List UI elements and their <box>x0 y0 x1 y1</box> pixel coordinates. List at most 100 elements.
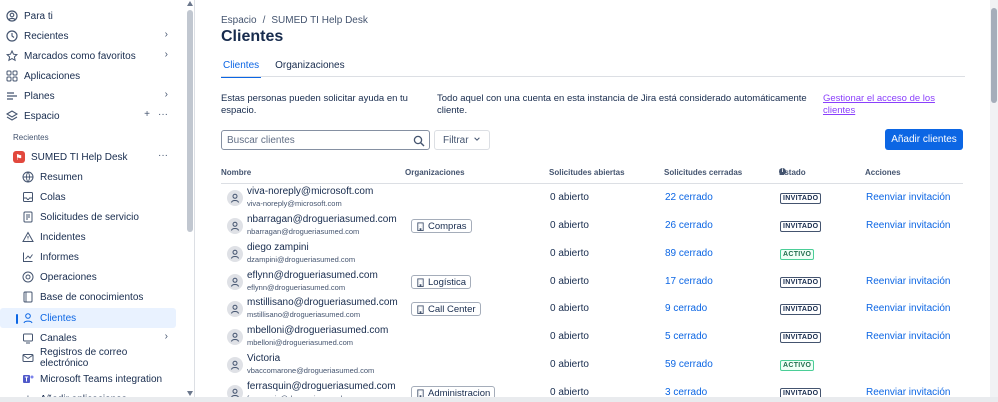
search-icon[interactable] <box>413 134 425 147</box>
header-actions: Acciones <box>865 168 901 177</box>
avatar-icon <box>227 190 243 206</box>
closed-requests-link[interactable]: 22 cerrado <box>665 192 713 203</box>
table-row[interactable]: diego zampini dzampini@drogueriasumed.com… <box>221 240 963 268</box>
main-content: Espacio / SUMED TI Help Desk Clientes Cl… <box>195 0 990 402</box>
sidebar-item-label: Recientes <box>24 30 69 42</box>
scroll-up-arrow-icon[interactable] <box>187 1 193 6</box>
customer-name[interactable]: mstillisano@drogueriasumed.com <box>247 297 398 308</box>
sidebar-item-colas[interactable]: Colas <box>0 187 176 207</box>
sidebar-item-solicitudes[interactable]: Solicitudes de servicio <box>0 207 176 227</box>
sidebar-item-clientes[interactable]: Clientes <box>0 308 176 328</box>
add-customers-button[interactable]: Añadir clientes <box>885 129 963 150</box>
table-row[interactable]: Victoria vbaccomarone@drogueriasumed.com 0… <box>221 351 963 379</box>
avatar-icon <box>227 274 243 290</box>
closed-requests-link[interactable]: 59 cerrado <box>665 359 713 370</box>
resend-invite-link[interactable]: Reenviar invitación <box>866 276 951 287</box>
more-icon[interactable]: ··· <box>158 150 168 161</box>
manage-access-link[interactable]: Gestionar el acceso de los clientes <box>823 93 953 117</box>
resend-invite-link[interactable]: Reenviar invitación <box>866 303 951 314</box>
closed-requests-link[interactable]: 9 cerrado <box>665 303 707 314</box>
resend-invite-link[interactable]: Reenviar invitación <box>866 192 951 203</box>
status-badge: INVITADO <box>780 304 822 315</box>
open-requests: 0 abierto <box>550 220 589 231</box>
chevron-right-icon[interactable]: › <box>165 89 168 100</box>
sidebar-item-label: Resumen <box>40 171 83 183</box>
organization-tag[interactable]: Logística <box>411 275 472 289</box>
organization-label: Compras <box>428 220 467 232</box>
mail-icon <box>22 352 34 364</box>
breadcrumb-project[interactable]: SUMED TI Help Desk <box>271 15 368 26</box>
header-name[interactable]: Nombre <box>221 168 251 177</box>
sidebar-item-label: Registros de correo electrónico <box>40 347 128 369</box>
building-icon <box>416 304 425 314</box>
breadcrumb-espacio[interactable]: Espacio <box>221 15 257 26</box>
table-header: Nombre Organizaciones Solicitudes abiert… <box>221 168 963 184</box>
apps-icon <box>6 70 18 82</box>
sidebar-item-recientes[interactable]: Recientes › <box>0 26 176 46</box>
sidebar-item-espacio[interactable]: Espacio + ··· <box>0 106 176 126</box>
customer-email: dzampini@drogueriasumed.com <box>247 255 356 264</box>
page-scrollbar[interactable] <box>990 0 998 402</box>
filter-button[interactable]: Filtrar <box>434 130 490 150</box>
sidebar-item-teams[interactable]: Microsoft Teams integration <box>0 369 176 389</box>
customer-name[interactable]: mbelloni@drogueriasumed.com <box>247 325 388 336</box>
tab-clientes[interactable]: Clientes <box>221 58 262 78</box>
table-row[interactable]: viva-noreply@microsoft.com viva-noreply@m… <box>221 184 963 212</box>
queue-icon <box>22 191 34 203</box>
customer-name[interactable]: eflynn@drogueriasumed.com <box>247 270 378 281</box>
avatar-icon <box>227 357 243 373</box>
plans-icon <box>6 90 18 102</box>
sidebar-item-aplicaciones[interactable]: Aplicaciones <box>0 66 176 86</box>
info-icon[interactable]: i <box>779 168 786 175</box>
closed-requests-link[interactable]: 5 cerrado <box>665 331 707 342</box>
warning-icon <box>22 231 34 243</box>
customer-email: vbaccomarone@drogueriasumed.com <box>247 366 375 375</box>
sidebar-item-operaciones[interactable]: Operaciones <box>0 267 176 287</box>
customer-name[interactable]: nbarragan@drogueriasumed.com <box>247 214 397 225</box>
chevron-right-icon[interactable]: › <box>165 29 168 40</box>
sidebar-project[interactable]: ⚑ SUMED TI Help Desk ··· <box>0 147 176 167</box>
sidebar-item-informes[interactable]: Informes <box>0 247 176 267</box>
customer-name[interactable]: diego zampini <box>247 242 309 253</box>
customer-name[interactable]: Victoria <box>247 353 280 364</box>
sidebar-scrollbar[interactable] <box>186 0 194 402</box>
sidebar-item-label: Espacio <box>24 110 60 122</box>
sidebar-item-base-conocimientos[interactable]: Base de conocimientos <box>0 287 176 307</box>
search-input[interactable] <box>221 130 430 150</box>
organization-tag[interactable]: Call Center <box>411 302 481 316</box>
scroll-down-arrow-icon[interactable] <box>187 391 193 396</box>
sidebar-item-para-ti[interactable]: Para ti <box>0 6 176 26</box>
more-icon[interactable]: ··· <box>158 109 168 120</box>
tab-divider <box>221 76 965 77</box>
page-title: Clientes <box>221 28 284 45</box>
table-row[interactable]: nbarragan@drogueriasumed.com nbarragan@dr… <box>221 212 963 240</box>
organization-tag[interactable]: Compras <box>411 219 472 233</box>
sidebar-item-favoritos[interactable]: Marcados como favoritos › <box>0 46 176 66</box>
closed-requests-link[interactable]: 89 cerrado <box>665 248 713 259</box>
scrollbar-thumb[interactable] <box>991 8 997 103</box>
customer-name[interactable]: viva-noreply@microsoft.com <box>247 186 373 197</box>
open-requests: 0 abierto <box>550 331 589 342</box>
table-row[interactable]: mstillisano@drogueriasumed.com mstillisan… <box>221 295 963 323</box>
scrollbar-thumb[interactable] <box>187 10 193 232</box>
closed-requests-link[interactable]: 26 cerrado <box>665 220 713 231</box>
sidebar-item-planes[interactable]: Planes › <box>0 86 176 106</box>
add-icon[interactable]: + <box>144 109 150 120</box>
closed-requests-link[interactable]: 17 cerrado <box>665 276 713 287</box>
resend-invite-link[interactable]: Reenviar invitación <box>866 331 951 342</box>
tab-organizaciones[interactable]: Organizaciones <box>273 58 346 78</box>
customer-name[interactable]: ferrasquin@drogueriasumed.com <box>247 381 396 392</box>
table-row[interactable]: mbelloni@drogueriasumed.com mbelloni@drog… <box>221 323 963 351</box>
sidebar-item-resumen[interactable]: Resumen <box>0 167 176 187</box>
table-row[interactable]: eflynn@drogueriasumed.com eflynn@drogueri… <box>221 268 963 296</box>
resend-invite-link[interactable]: Reenviar invitación <box>866 220 951 231</box>
sidebar-item-label: Solicitudes de servicio <box>40 211 139 223</box>
status-badge: INVITADO <box>780 221 822 232</box>
chevron-right-icon[interactable]: › <box>165 331 168 342</box>
sidebar-item-canales[interactable]: Canales › <box>0 328 176 348</box>
sidebar-item-incidentes[interactable]: Incidentes <box>0 227 176 247</box>
customer-email: viva-noreply@microsoft.com <box>247 199 342 208</box>
sidebar-item-registros-correo[interactable]: Registros de correo electrónico <box>0 347 176 369</box>
sidebar-item-label: Para ti <box>24 10 53 22</box>
chevron-right-icon[interactable]: › <box>165 49 168 60</box>
